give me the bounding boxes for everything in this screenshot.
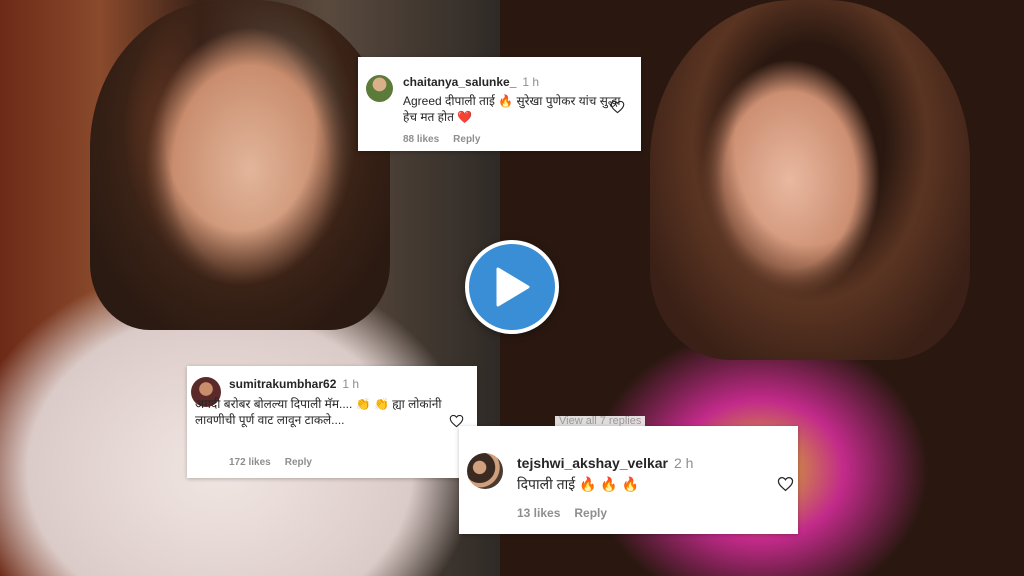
comment-time: 2 h <box>674 455 694 471</box>
view-replies-link[interactable]: View all 7 replies <box>555 416 646 426</box>
comment-username[interactable]: sumitrakumbhar62 1 h <box>229 377 359 391</box>
avatar[interactable] <box>366 75 393 102</box>
likes-count[interactable]: 13 likes <box>517 506 560 520</box>
comment-meta: 88 likes Reply <box>403 134 494 145</box>
username-text[interactable]: tejshwi_akshay_velkar <box>517 455 668 471</box>
comment-username[interactable]: tejshwi_akshay_velkar 2 h <box>517 455 693 471</box>
likes-count[interactable]: 172 likes <box>229 457 271 468</box>
comment-card: tejshwi_akshay_velkar 2 h दिपाली ताई 🔥 🔥 … <box>459 426 798 534</box>
heart-icon[interactable] <box>777 476 794 492</box>
comment-card: chaitanya_salunke_ 1 h Agreed दीपाली ताई … <box>358 57 641 151</box>
username-text[interactable]: sumitrakumbhar62 <box>229 377 336 391</box>
person-right-hair <box>650 0 970 360</box>
reply-button[interactable]: Reply <box>574 506 607 520</box>
reply-button[interactable]: Reply <box>285 457 312 468</box>
comment-time: 1 h <box>522 75 540 89</box>
comment-meta: 172 likes Reply <box>229 457 326 468</box>
username-text[interactable]: chaitanya_salunke_ <box>403 75 516 89</box>
comment-text: अगदी बरोबर बोलल्या दिपाली मॅम.... 👏 👏 ह्… <box>195 397 442 428</box>
comment-text: दिपाली ताई 🔥 🔥 🔥 <box>517 476 640 492</box>
comment-card: sumitrakumbhar62 1 h अगदी बरोबर बोलल्या द… <box>187 366 477 478</box>
person-left-hair <box>90 0 390 330</box>
heart-icon[interactable] <box>610 100 625 114</box>
comment-meta: 13 likes Reply <box>517 506 621 520</box>
comment-text: Agreed दीपाली ताई 🔥 सुरेखा पुणेकर यांच स… <box>403 94 621 125</box>
play-icon <box>496 267 530 307</box>
play-button[interactable] <box>465 240 559 334</box>
reply-button[interactable]: Reply <box>453 134 480 145</box>
likes-count[interactable]: 88 likes <box>403 134 439 145</box>
comment-username[interactable]: chaitanya_salunke_ 1 h <box>403 75 539 89</box>
comment-time: 1 h <box>342 377 360 391</box>
avatar[interactable] <box>467 453 503 489</box>
